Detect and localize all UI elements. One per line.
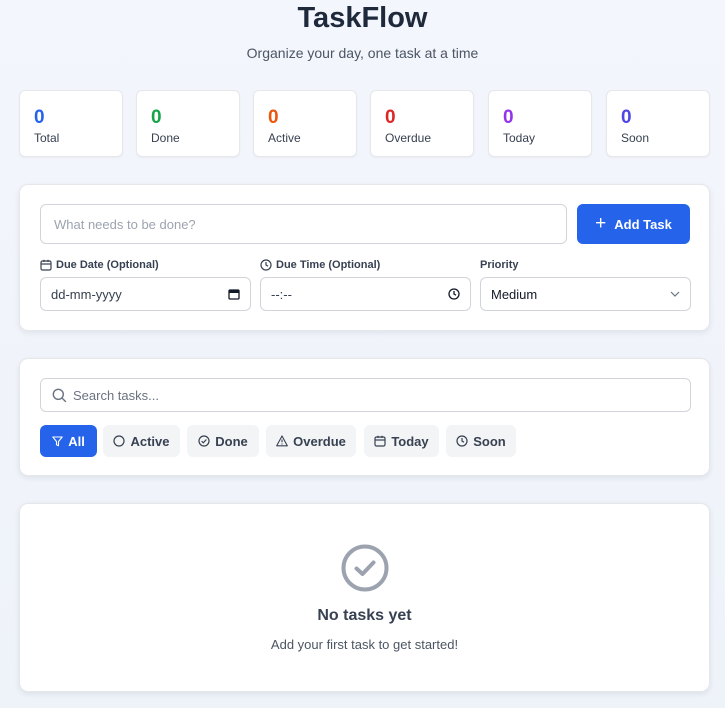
stat-label: Total bbox=[34, 131, 60, 145]
empty-state-title: No tasks yet bbox=[317, 607, 412, 624]
check-circle-icon bbox=[341, 544, 389, 592]
clock-icon bbox=[456, 435, 468, 447]
filter-chip-soon[interactable]: Soon bbox=[446, 425, 516, 457]
clock-picker-icon[interactable] bbox=[448, 288, 460, 300]
stat-value: 0 bbox=[621, 107, 632, 128]
warning-triangle-icon bbox=[276, 435, 288, 447]
circle-icon bbox=[113, 435, 126, 447]
stat-card-done: 0 Done bbox=[136, 90, 240, 157]
add-task-button-label: Add Task bbox=[614, 216, 672, 232]
app-subtitle: Organize your day, one task at a time bbox=[246, 45, 479, 61]
priority-label: Priority bbox=[480, 259, 519, 271]
due-date-label-text: Due Date (Optional) bbox=[56, 259, 159, 271]
stat-value: 0 bbox=[385, 107, 396, 128]
funnel-icon bbox=[52, 435, 63, 446]
stat-card-today: 0 Today bbox=[488, 90, 592, 157]
stat-card-active: 0 Active bbox=[253, 90, 357, 157]
stat-label: Soon bbox=[621, 131, 650, 145]
clock-icon bbox=[260, 259, 272, 271]
app-title: TaskFlow bbox=[297, 2, 428, 34]
stat-card-total: 0 Total bbox=[19, 90, 123, 157]
empty-state-message: Add your first task to get started! bbox=[270, 637, 459, 652]
filter-chip-active[interactable]: Active bbox=[103, 425, 180, 457]
filter-chip-label: Overdue bbox=[293, 433, 346, 449]
due-time-label: Due Time (Optional) bbox=[260, 259, 380, 271]
add-task-button[interactable]: + Add Task bbox=[577, 204, 690, 244]
add-task-card: + Add Task Due Date (Optional) dd-mm-yyy… bbox=[19, 184, 710, 331]
search-icon bbox=[52, 388, 67, 403]
stat-label: Active bbox=[268, 131, 301, 145]
stat-value: 0 bbox=[268, 107, 279, 128]
taskflow-app: TaskFlow Organize your day, one task at … bbox=[0, 0, 725, 708]
calendar-icon bbox=[374, 435, 386, 447]
filter-chip-label: Soon bbox=[473, 433, 506, 449]
task-title-input[interactable] bbox=[40, 204, 567, 244]
filter-card: All Active Done Overdue bbox=[19, 358, 710, 476]
due-date-label: Due Date (Optional) bbox=[40, 259, 159, 271]
search-input[interactable] bbox=[73, 379, 683, 411]
priority-selected-value: Medium bbox=[491, 286, 538, 302]
due-time-placeholder: --:-- bbox=[271, 286, 292, 302]
filter-chip-done[interactable]: Done bbox=[187, 425, 259, 457]
stat-value: 0 bbox=[34, 107, 45, 128]
check-circle-icon bbox=[198, 435, 210, 447]
stat-label: Today bbox=[503, 131, 536, 145]
priority-label-text: Priority bbox=[480, 259, 519, 271]
stat-value: 0 bbox=[503, 107, 514, 128]
filter-chip-overdue[interactable]: Overdue bbox=[266, 425, 356, 457]
chevron-down-icon bbox=[670, 291, 680, 297]
stat-card-soon: 0 Soon bbox=[606, 90, 710, 157]
stat-card-overdue: 0 Overdue bbox=[370, 90, 474, 157]
due-date-input[interactable]: dd-mm-yyyy bbox=[40, 277, 251, 311]
filter-chip-label: Active bbox=[130, 433, 170, 449]
due-time-label-text: Due Time (Optional) bbox=[276, 259, 381, 271]
due-date-placeholder: dd-mm-yyyy bbox=[51, 286, 122, 302]
calendar-picker-icon[interactable] bbox=[228, 288, 240, 300]
stat-label: Overdue bbox=[385, 131, 432, 145]
stat-label: Done bbox=[151, 131, 180, 145]
due-time-input[interactable]: --:-- bbox=[260, 277, 471, 311]
search-box bbox=[40, 378, 691, 412]
filter-chip-label: Today bbox=[391, 433, 429, 449]
filter-chip-today[interactable]: Today bbox=[364, 425, 439, 457]
filter-chip-label: All bbox=[68, 433, 85, 449]
task-list-card: No tasks yet Add your first task to get … bbox=[19, 503, 710, 692]
filter-chip-label: Done bbox=[215, 433, 248, 449]
priority-select[interactable]: Medium bbox=[480, 277, 691, 311]
calendar-icon bbox=[40, 259, 52, 271]
plus-icon: + bbox=[595, 212, 607, 234]
stat-value: 0 bbox=[151, 107, 162, 128]
filter-chip-all[interactable]: All bbox=[40, 425, 97, 457]
